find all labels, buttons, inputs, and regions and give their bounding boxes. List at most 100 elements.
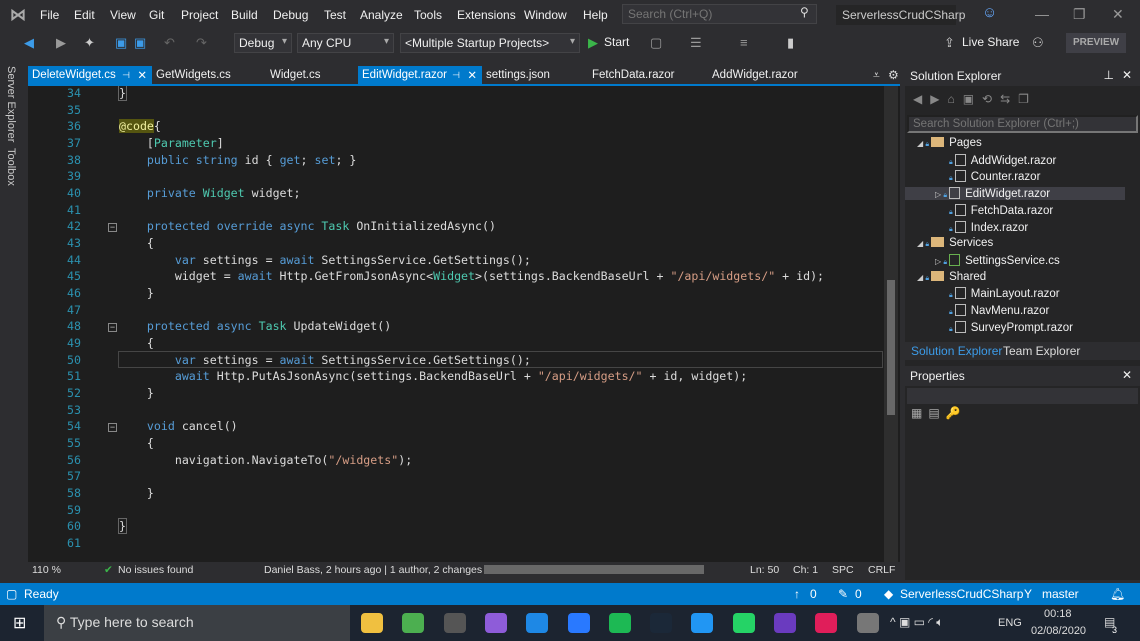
changes-count[interactable]: 0: [855, 587, 862, 601]
back-icon[interactable]: ◀: [24, 35, 34, 51]
close-tab-icon[interactable]: ✕: [137, 68, 147, 82]
search-input[interactable]: [622, 4, 817, 24]
menu-help[interactable]: Help: [583, 8, 608, 22]
tree-item[interactable]: 🔒︎ Index.razor: [905, 220, 1125, 234]
menu-edit[interactable]: Edit: [74, 8, 95, 22]
tab-deletewidget-cs[interactable]: DeleteWidget.cs ⊣ ✕: [28, 66, 152, 84]
visual-studio-2-icon[interactable]: [774, 613, 796, 633]
git-blame-info[interactable]: Daniel Bass, 2 hours ago | 1 author, 2 c…: [264, 564, 482, 576]
undo-icon[interactable]: ↶: [164, 35, 175, 51]
menu-test[interactable]: Test: [324, 8, 346, 22]
code-line[interactable]: {: [119, 236, 154, 250]
properties-close-icon[interactable]: ✕: [1122, 368, 1132, 382]
notification-bell-icon[interactable]: 🔔︎: [1110, 587, 1125, 601]
menu-window[interactable]: Window: [524, 8, 567, 22]
code-editor[interactable]: 34} 35 36 @code{37 [Parameter] 38 public str…: [28, 86, 900, 562]
account-avatar[interactable]: ☺: [982, 4, 997, 21]
menu-extensions[interactable]: Extensions: [457, 8, 516, 22]
live-share-button[interactable]: Live Share: [962, 35, 1019, 49]
tab-solution-explorer[interactable]: Solution Explorer: [911, 344, 1002, 358]
indent-mode[interactable]: SPC: [832, 564, 854, 576]
clock-date[interactable]: 02/08/2020: [1031, 625, 1086, 637]
solution-search-input[interactable]: [907, 115, 1138, 133]
tab-settings-json[interactable]: settings.json: [482, 66, 588, 84]
menu-analyze[interactable]: Analyze: [360, 8, 403, 22]
tree-item[interactable]: ◢ 🔒︎ Services: [905, 237, 1125, 249]
tree-item[interactable]: 🔒︎ MainLayout.razor: [905, 287, 1125, 300]
tray-icons[interactable]: ^ ▣ ▭ ◜ 🔈︎: [890, 615, 944, 630]
code-line[interactable]: {: [119, 436, 154, 450]
pin-icon[interactable]: ⊣: [122, 70, 130, 81]
tab-addwidget-razor[interactable]: AddWidget.razor: [708, 66, 828, 84]
vs-code-icon[interactable]: [526, 613, 549, 633]
zoom-level[interactable]: 110 %: [32, 564, 61, 576]
pin-icon[interactable]: ⊥: [1104, 68, 1114, 82]
code-line[interactable]: private Widget widget;: [119, 186, 301, 200]
menu-build[interactable]: Build: [231, 8, 258, 22]
code-line[interactable]: {: [119, 336, 154, 350]
code-line[interactable]: navigation.NavigateTo("/widgets");: [119, 453, 412, 467]
spotify-icon[interactable]: [608, 613, 631, 633]
tree-item[interactable]: ▷ 🔒︎ EditWidget.razor: [905, 187, 1125, 201]
minimize-button[interactable]: —: [1035, 6, 1049, 22]
bookmark-icon[interactable]: ▮: [787, 35, 794, 51]
code-line[interactable]: protected async Task UpdateWidget(): [119, 319, 391, 333]
code-line[interactable]: [Parameter]: [119, 136, 224, 150]
save-all-icon[interactable]: ▣: [134, 35, 146, 51]
properties-object-dropdown[interactable]: [907, 388, 1138, 404]
start-play-icon[interactable]: ▶: [588, 35, 598, 51]
tab-list-dropdown-icon[interactable]: ⩡: [873, 68, 880, 83]
tree-item[interactable]: 🔒︎ NavMenu.razor: [905, 304, 1125, 317]
collapse-icon[interactable]: −: [108, 423, 117, 433]
redo-icon[interactable]: ↷: [196, 35, 207, 51]
code-line[interactable]: widget = await Http.GetFromJsonAsync<Wid…: [119, 269, 824, 283]
menu-git[interactable]: Git: [149, 8, 164, 22]
platform-dropdown[interactable]: Any CPU: [297, 33, 394, 53]
menu-debug[interactable]: Debug: [273, 8, 308, 22]
start-button[interactable]: Start: [604, 35, 629, 49]
repository-name[interactable]: ServerlessCrudCSharp: [900, 587, 1023, 601]
tab-getwidgets-cs[interactable]: GetWidgets.cs: [152, 66, 266, 84]
windows-start-icon[interactable]: ⊞: [13, 613, 26, 633]
tree-item[interactable]: ◢ 🔒︎ Shared: [905, 270, 1125, 283]
tree-item[interactable]: 🔒︎ Counter.razor: [905, 170, 1125, 183]
code-line[interactable]: var settings = await SettingsService.Get…: [119, 253, 531, 267]
terminal-icon[interactable]: [443, 613, 466, 633]
new-project-icon[interactable]: ✦: [84, 35, 95, 51]
code-line[interactable]: var settings = await SettingsService.Get…: [119, 353, 531, 367]
code-line[interactable]: }: [118, 86, 127, 101]
line-endings[interactable]: CRLF: [868, 564, 895, 576]
menu-file[interactable]: File: [40, 8, 59, 22]
tab-editwidget-razor[interactable]: EditWidget.razor ⊣ ✕: [358, 66, 482, 84]
code-line[interactable]: @code{: [119, 119, 161, 134]
tree-item[interactable]: 🔒︎ FetchData.razor: [905, 203, 1125, 217]
pin-icon[interactable]: ⊣: [452, 70, 460, 81]
browser-icon[interactable]: ▢: [650, 35, 662, 51]
tree-item[interactable]: ▷ 🔒︎ SettingsService.cs: [905, 253, 1125, 267]
close-tab-icon[interactable]: ✕: [467, 68, 477, 82]
issues-indicator[interactable]: No issues found: [118, 564, 193, 576]
chrome-icon[interactable]: [402, 613, 425, 633]
maximize-button[interactable]: ❐: [1073, 6, 1086, 23]
visual-studio-icon[interactable]: [484, 613, 507, 633]
steam-icon[interactable]: [650, 613, 673, 633]
settings-gear-icon[interactable]: ⚙: [888, 68, 899, 82]
tab-fetchdata-razor[interactable]: FetchData.razor: [588, 66, 708, 84]
tree-item[interactable]: 🔒︎ SurveyPrompt.razor: [905, 320, 1125, 334]
scrollbar-thumb[interactable]: [887, 280, 895, 415]
whatsapp-icon[interactable]: [732, 613, 755, 633]
code-line[interactable]: await Http.PutAsJsonAsync(settings.Backe…: [119, 369, 747, 383]
close-button[interactable]: ✕: [1112, 6, 1124, 23]
file-explorer-icon[interactable]: [361, 613, 383, 633]
taskbar-search[interactable]: ⚲ Type here to search: [44, 605, 350, 641]
close-icon[interactable]: ✕: [1122, 68, 1132, 82]
app-icon[interactable]: [856, 613, 879, 633]
solution-explorer-toolbar[interactable]: ◀▶⌂▣⟲⇆❐: [913, 92, 1037, 106]
server-explorer-tab[interactable]: Server Explorer: [5, 66, 17, 142]
code-line[interactable]: public string id { get; set; }: [119, 153, 356, 167]
collapse-icon[interactable]: −: [108, 223, 117, 233]
p-app-icon[interactable]: [691, 613, 714, 633]
tab-widget-cs[interactable]: Widget.cs: [266, 66, 358, 84]
tree-item[interactable]: ◢ 🔒︎ Pages: [905, 137, 1125, 149]
horizontal-scrollbar[interactable]: [484, 565, 704, 574]
